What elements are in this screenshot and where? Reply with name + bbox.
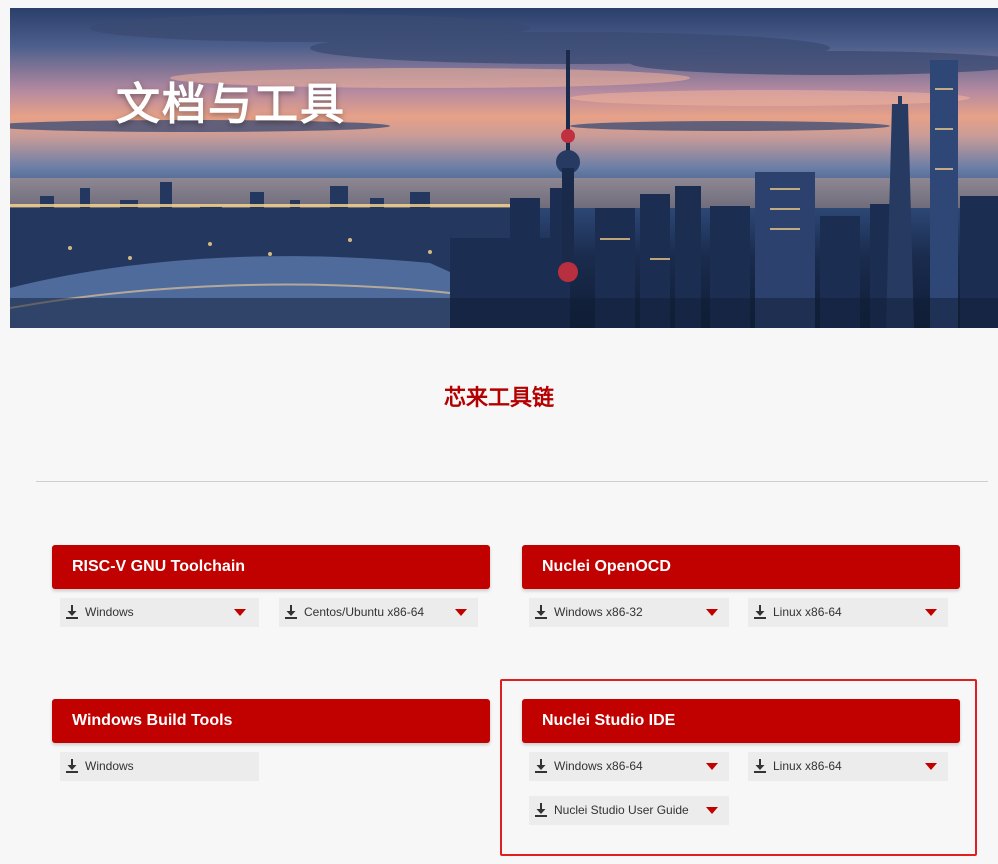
- download-openocd-windows-button[interactable]: Windows x86-32: [529, 598, 729, 627]
- download-label: Windows: [85, 605, 134, 619]
- card-header-openocd: Nuclei OpenOCD: [522, 545, 960, 589]
- download-label: Linux x86-64: [773, 605, 842, 619]
- caret-down-icon[interactable]: [706, 609, 718, 616]
- download-label: Centos/Ubuntu x86-64: [304, 605, 425, 619]
- download-openocd-linux-button[interactable]: Linux x86-64: [748, 598, 948, 627]
- download-studio-windows-button[interactable]: Windows x86-64: [529, 752, 729, 781]
- download-gnu-linux-button[interactable]: Centos/Ubuntu x86-64: [279, 598, 478, 627]
- download-label: Windows: [85, 759, 134, 773]
- download-label: Windows x86-32: [554, 605, 643, 619]
- hero-banner: 文档与工具: [10, 8, 998, 328]
- download-studio-user-guide-button[interactable]: Nuclei Studio User Guide: [529, 796, 729, 825]
- download-icon: [66, 759, 78, 773]
- download-label: Windows x86-64: [554, 759, 643, 773]
- download-icon: [754, 759, 766, 773]
- caret-down-icon[interactable]: [455, 609, 467, 616]
- caret-down-icon[interactable]: [925, 609, 937, 616]
- download-studio-linux-button[interactable]: Linux x86-64: [748, 752, 948, 781]
- city-skyline-image: [10, 14, 998, 328]
- download-label: Nuclei Studio User Guide: [554, 803, 689, 817]
- page: 文档与工具 芯来工具链 RISC-V GNU Toolchain Windows…: [0, 0, 998, 864]
- download-gnu-windows-button[interactable]: Windows: [60, 598, 259, 627]
- banner-title: 文档与工具: [116, 79, 346, 130]
- download-icon: [285, 605, 297, 619]
- download-icon: [535, 759, 547, 773]
- download-icon: [535, 803, 547, 817]
- download-icon: [754, 605, 766, 619]
- caret-down-icon[interactable]: [925, 763, 937, 770]
- caret-down-icon[interactable]: [706, 807, 718, 814]
- caret-down-icon[interactable]: [234, 609, 246, 616]
- card-header-gnu-toolchain: RISC-V GNU Toolchain: [52, 545, 490, 589]
- section-divider: [36, 481, 988, 482]
- download-icon: [66, 605, 78, 619]
- download-label: Linux x86-64: [773, 759, 842, 773]
- card-header-build-tools: Windows Build Tools: [52, 699, 490, 743]
- section-title: 芯来工具链: [443, 386, 554, 411]
- card-header-nuclei-studio: Nuclei Studio IDE: [522, 699, 960, 743]
- download-build-windows-button[interactable]: Windows: [60, 752, 259, 781]
- download-icon: [535, 605, 547, 619]
- caret-down-icon[interactable]: [706, 763, 718, 770]
